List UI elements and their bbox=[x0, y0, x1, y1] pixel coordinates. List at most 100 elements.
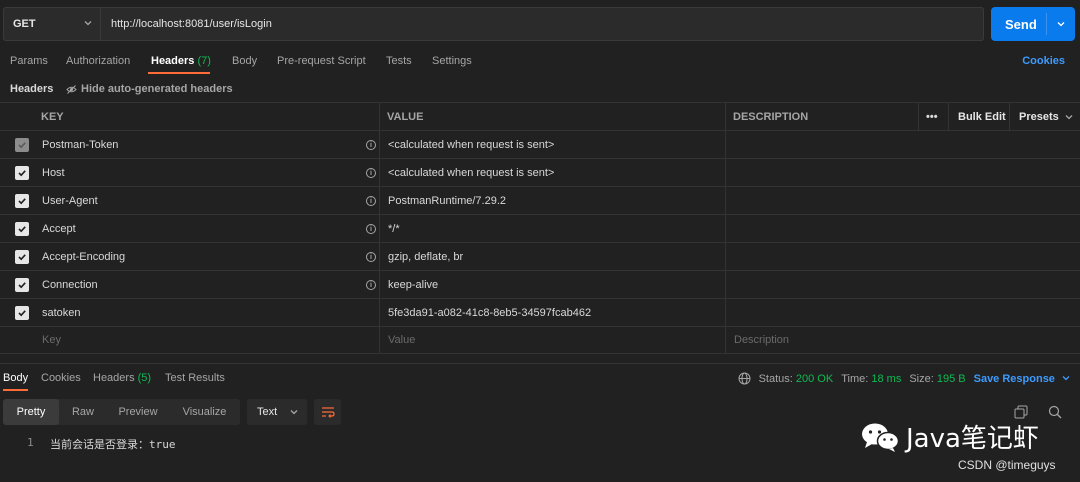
check-icon bbox=[18, 142, 26, 149]
tab-settings[interactable]: Settings bbox=[432, 55, 472, 67]
row-key[interactable]: Accept bbox=[42, 215, 76, 242]
hide-auto-generated-toggle[interactable]: Hide auto-generated headers bbox=[66, 83, 233, 95]
tab-params[interactable]: Params bbox=[10, 55, 48, 67]
row-key[interactable]: Accept-Encoding bbox=[42, 243, 125, 270]
size-value: 195 B bbox=[936, 372, 966, 385]
status-info[interactable]: Status: 200 OK bbox=[759, 373, 834, 385]
column-divider bbox=[725, 102, 726, 354]
row-checkbox[interactable] bbox=[15, 250, 29, 264]
row-value[interactable]: <calculated when request is sent> bbox=[388, 159, 554, 186]
save-response-button[interactable]: Save Response bbox=[974, 373, 1070, 385]
row-checkbox[interactable] bbox=[15, 194, 29, 208]
watermark-csdn: CSDN @timeguys bbox=[958, 458, 1056, 472]
column-divider bbox=[948, 102, 949, 131]
tab-authorization[interactable]: Authorization bbox=[66, 55, 130, 67]
tab-headers[interactable]: Headers (7) bbox=[151, 55, 211, 67]
column-divider bbox=[1009, 102, 1010, 131]
row-checkbox[interactable] bbox=[15, 138, 29, 152]
column-divider bbox=[379, 102, 380, 354]
time-label: Time: bbox=[841, 372, 869, 385]
status-label: Status: bbox=[758, 372, 793, 385]
table-row: User-Agent i PostmanRuntime/7.29.2 bbox=[0, 187, 1080, 215]
more-options-button[interactable]: ••• bbox=[926, 103, 938, 130]
check-icon bbox=[18, 170, 26, 177]
table-row-placeholder: Key Value Description bbox=[0, 327, 1080, 354]
save-response-label: Save Response bbox=[973, 372, 1055, 385]
info-icon[interactable]: i bbox=[366, 252, 376, 262]
wrap-lines-button[interactable] bbox=[314, 399, 341, 425]
row-value[interactable]: 5fe3da91-a082-41c8-8eb5-34597fcab462 bbox=[388, 299, 591, 326]
row-key[interactable]: Postman-Token bbox=[42, 131, 118, 158]
response-divider bbox=[0, 363, 1080, 364]
key-input[interactable]: Key bbox=[42, 327, 61, 353]
col-description-header: DESCRIPTION bbox=[733, 110, 809, 123]
row-value[interactable]: PostmanRuntime/7.29.2 bbox=[388, 187, 506, 214]
chevron-down-icon bbox=[290, 410, 298, 415]
wechat-icon bbox=[862, 423, 900, 452]
row-key[interactable]: Connection bbox=[42, 271, 98, 298]
time-info[interactable]: Time: 18 ms bbox=[841, 373, 901, 385]
tab-pre-request-script[interactable]: Pre-request Script bbox=[277, 55, 366, 67]
size-info[interactable]: Size: 195 B bbox=[909, 373, 965, 385]
row-key[interactable]: satoken bbox=[42, 299, 81, 326]
response-tab-body[interactable]: Body bbox=[3, 372, 28, 384]
tab-headers-label: Headers bbox=[151, 55, 195, 67]
send-button[interactable]: Send bbox=[991, 7, 1075, 41]
response-status-bar: Status: 200 OK Time: 18 ms Size: 195 B S… bbox=[738, 372, 1070, 385]
row-checkbox[interactable] bbox=[15, 306, 29, 320]
format-pretty-button[interactable]: Pretty bbox=[3, 399, 59, 425]
method-select[interactable]: GET bbox=[3, 7, 100, 41]
row-checkbox[interactable] bbox=[15, 166, 29, 180]
format-raw-button[interactable]: Raw bbox=[59, 399, 107, 425]
text-type-select[interactable]: Text bbox=[247, 399, 307, 425]
description-input[interactable]: Description bbox=[734, 327, 789, 353]
value-input[interactable]: Value bbox=[388, 327, 415, 353]
row-key[interactable]: Host bbox=[42, 159, 65, 186]
info-icon[interactable]: i bbox=[366, 224, 376, 234]
url-text: http://localhost:8081/user/isLogin bbox=[111, 18, 272, 30]
eye-off-icon bbox=[66, 84, 77, 94]
row-value[interactable]: gzip, deflate, br bbox=[388, 243, 463, 270]
format-preview-button[interactable]: Preview bbox=[107, 399, 169, 425]
time-value: 18 ms bbox=[871, 372, 902, 385]
active-tab-indicator bbox=[148, 72, 210, 74]
check-icon bbox=[18, 198, 26, 205]
col-key-header: KEY bbox=[41, 110, 64, 123]
size-label: Size: bbox=[909, 372, 934, 385]
info-icon[interactable]: i bbox=[366, 196, 376, 206]
row-value[interactable]: keep-alive bbox=[388, 271, 438, 298]
search-icon[interactable] bbox=[1048, 405, 1062, 419]
hide-auto-label: Hide auto-generated headers bbox=[81, 83, 233, 95]
bulk-edit-button[interactable]: Bulk Edit bbox=[958, 103, 1006, 130]
tab-tests[interactable]: Tests bbox=[386, 55, 412, 67]
format-visualize-button[interactable]: Visualize bbox=[169, 399, 240, 425]
table-row: Accept-Encoding i gzip, deflate, br bbox=[0, 243, 1080, 271]
url-input[interactable]: http://localhost:8081/user/isLogin bbox=[100, 7, 984, 41]
chevron-down-icon bbox=[84, 21, 92, 26]
status-value: 200 OK bbox=[795, 372, 834, 385]
cookies-link[interactable]: Cookies bbox=[1022, 55, 1065, 67]
row-checkbox[interactable] bbox=[15, 278, 29, 292]
table-row: satoken 5fe3da91-a082-41c8-8eb5-34597fca… bbox=[0, 299, 1080, 327]
row-value[interactable]: <calculated when request is sent> bbox=[388, 131, 554, 158]
response-tab-test-results[interactable]: Test Results bbox=[165, 372, 225, 384]
table-row: Connection i keep-alive bbox=[0, 271, 1080, 299]
format-toggle-group: Pretty Raw Preview Visualize bbox=[3, 399, 240, 425]
check-icon bbox=[18, 254, 26, 261]
tab-body[interactable]: Body bbox=[232, 55, 257, 67]
copy-icon[interactable] bbox=[1014, 405, 1028, 419]
row-checkbox[interactable] bbox=[15, 222, 29, 236]
line-number: 1 bbox=[27, 436, 34, 449]
row-key[interactable]: User-Agent bbox=[42, 187, 98, 214]
info-icon[interactable]: i bbox=[366, 140, 376, 150]
response-headers-count: (5) bbox=[137, 372, 152, 384]
info-icon[interactable]: i bbox=[366, 168, 376, 178]
info-icon[interactable]: i bbox=[366, 280, 376, 290]
table-row: Host i <calculated when request is sent> bbox=[0, 159, 1080, 187]
presets-dropdown[interactable]: Presets bbox=[1019, 103, 1073, 130]
response-tab-headers[interactable]: Headers (5) bbox=[93, 372, 151, 384]
chevron-down-icon[interactable] bbox=[1057, 20, 1065, 28]
row-value[interactable]: */* bbox=[388, 215, 400, 242]
globe-icon[interactable] bbox=[738, 372, 751, 385]
response-tab-cookies[interactable]: Cookies bbox=[41, 372, 81, 384]
